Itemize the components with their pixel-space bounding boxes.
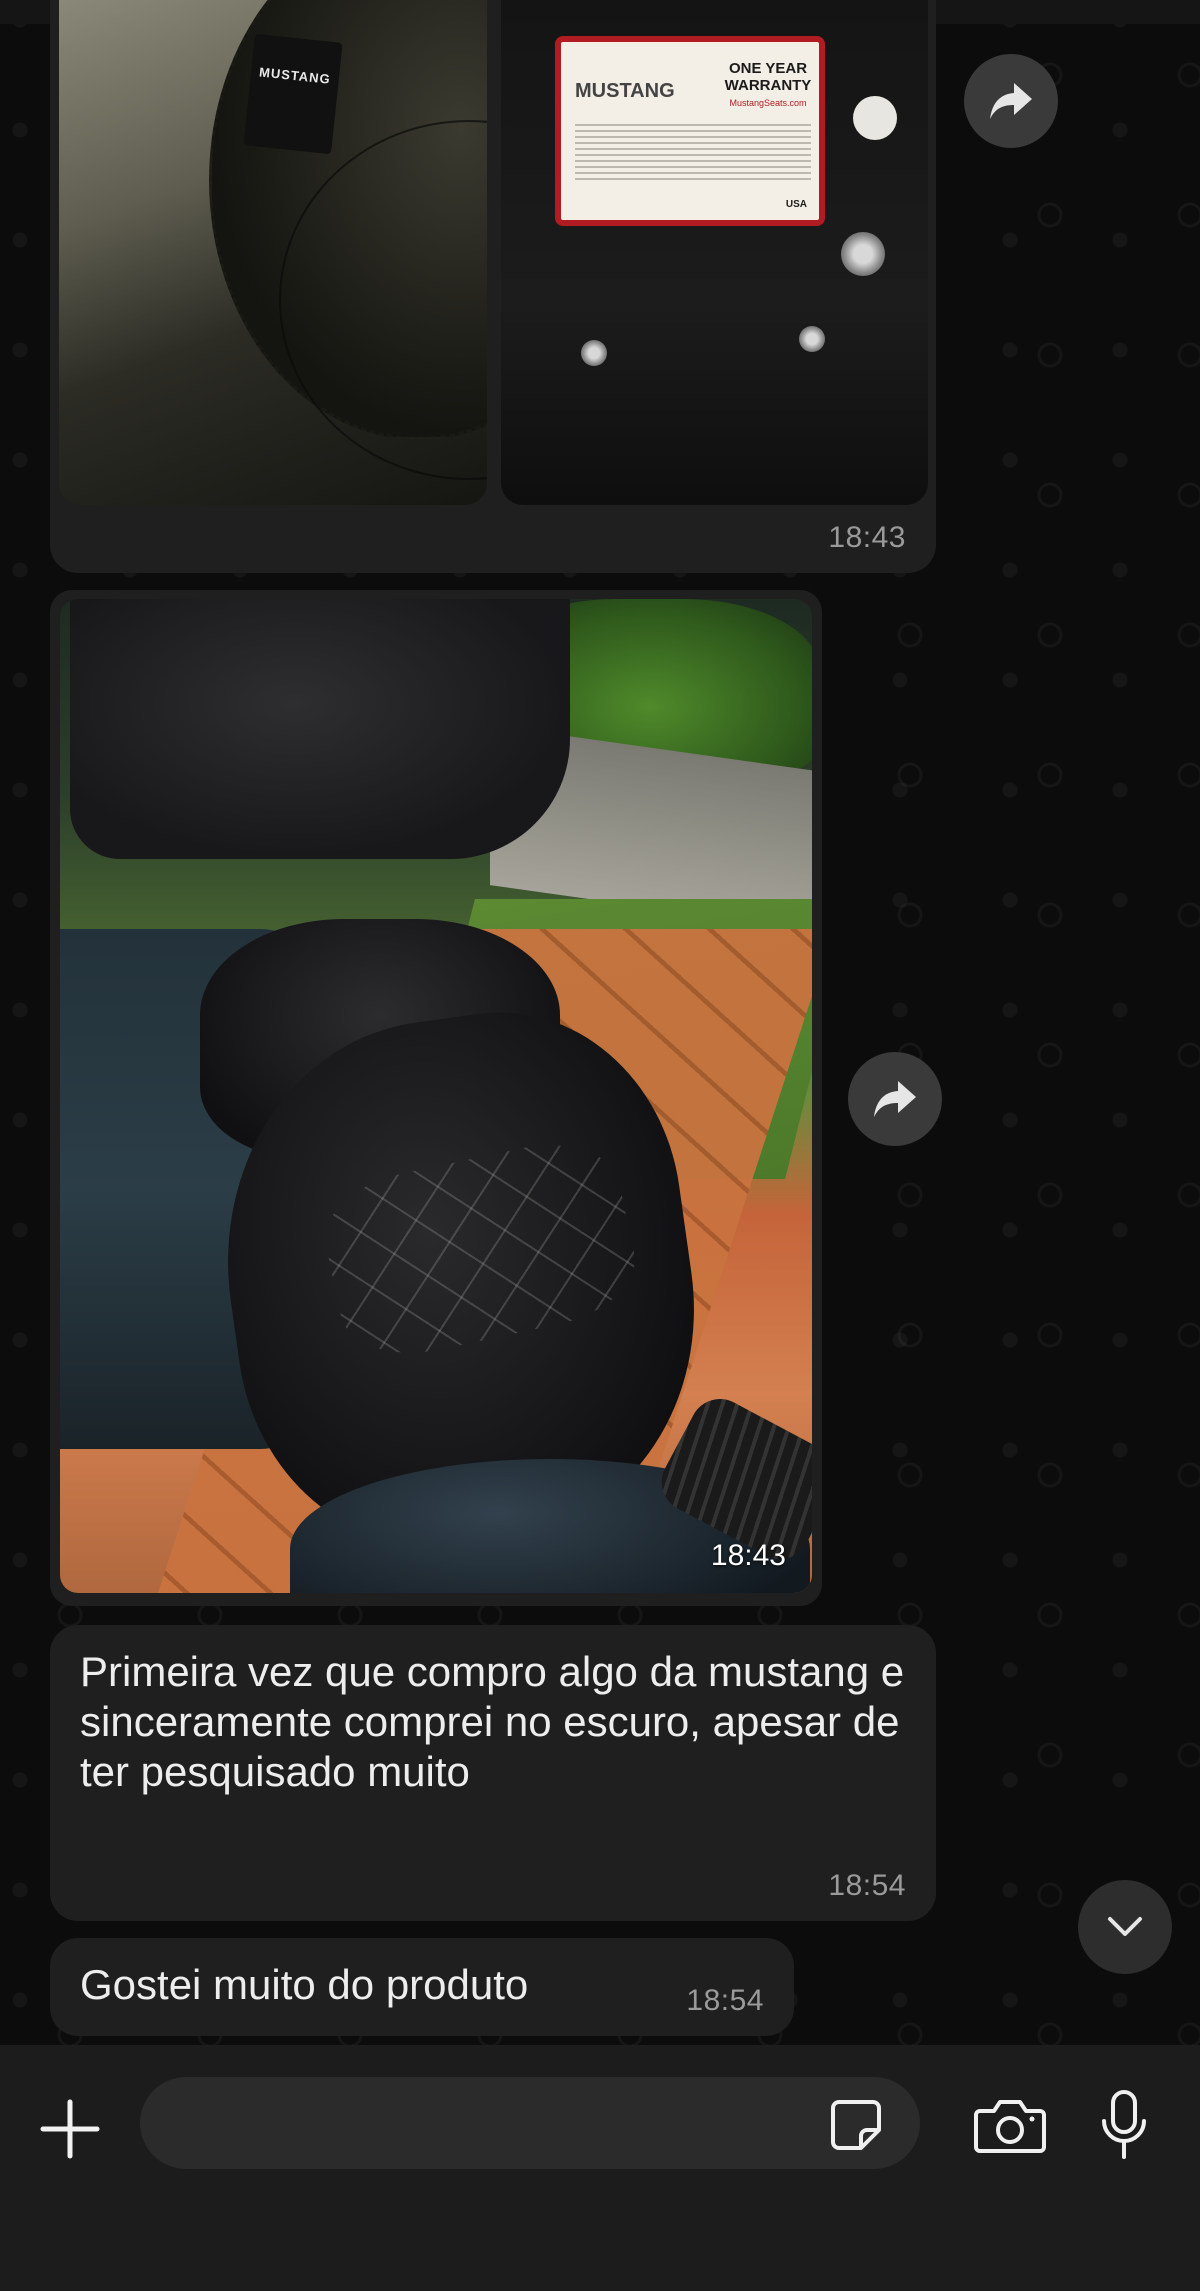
message-input[interactable] (140, 2077, 920, 2169)
chat-area[interactable]: MUSTANG MUSTANG ONE YEAR WARRANTY Mustan… (0, 0, 1200, 2045)
warranty-url: MustangSeats.com (729, 98, 807, 108)
photo-timestamp: 18:43 (710, 1539, 786, 1572)
message-text: Primeira vez que compro algo da mustang … (80, 1648, 905, 1795)
message-timestamp: 18:54 (828, 1869, 906, 1902)
warranty-title: ONE YEAR WARRANTY (724, 60, 812, 94)
message-bubble[interactable]: Gostei muito do produto 18:54 (50, 1938, 794, 2036)
forward-button[interactable] (848, 1052, 942, 1146)
round-sticker (853, 96, 897, 140)
scroll-to-bottom-button[interactable] (1078, 1880, 1172, 1974)
photo-message[interactable]: 18:43 (50, 590, 822, 1606)
album-timestamp: 18:43 (828, 521, 906, 554)
knob (841, 232, 885, 276)
motorcycle-seat-photo[interactable]: 18:43 (60, 599, 812, 1593)
mustang-patch-logo: MUSTANG (243, 33, 343, 155)
sticker-icon (831, 2100, 881, 2150)
photo-backrest (70, 599, 570, 859)
warranty-brand: MUSTANG (575, 80, 675, 102)
forward-icon (874, 1081, 916, 1117)
warranty-fine-print (575, 124, 811, 184)
warranty-card: MUSTANG ONE YEAR WARRANTY MustangSeats.c… (555, 36, 825, 226)
patch-text: MUSTANG (258, 64, 332, 87)
microphone-icon (1102, 2090, 1146, 2159)
message-bubble[interactable]: Primeira vez que compro algo da mustang … (50, 1625, 936, 1921)
message-text: Gostei muito do produto (80, 1961, 529, 2008)
sticker-button[interactable] (826, 2095, 886, 2155)
bolt (581, 340, 607, 366)
forward-button[interactable] (964, 54, 1058, 148)
warranty-made-in: USA (785, 199, 807, 210)
album-photo-warranty-card[interactable]: MUSTANG ONE YEAR WARRANTY MustangSeats.c… (501, 0, 928, 505)
message-composer (0, 2045, 1200, 2291)
album-photo-seat-patch[interactable]: MUSTANG (59, 0, 487, 505)
bolt (799, 326, 825, 352)
forward-icon (990, 83, 1032, 119)
camera-button[interactable] (970, 2095, 1050, 2155)
attach-button[interactable] (38, 2097, 102, 2161)
microphone-button[interactable] (1096, 2087, 1152, 2163)
camera-icon (974, 2100, 1046, 2153)
album-message[interactable]: MUSTANG MUSTANG ONE YEAR WARRANTY Mustan… (50, 0, 936, 573)
message-timestamp: 18:54 (686, 1984, 764, 2017)
chevron-down-icon (1108, 1917, 1142, 1936)
plus-icon (40, 2099, 100, 2159)
